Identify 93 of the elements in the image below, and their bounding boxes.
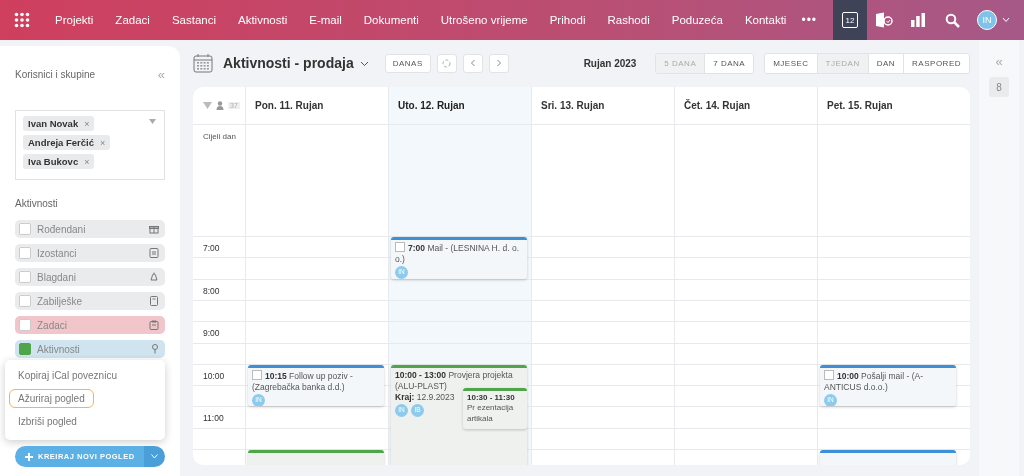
nav-link[interactable]: Dokumenti: [352, 14, 430, 26]
tag-label: Ivan Novak: [28, 118, 79, 129]
nav-link[interactable]: Sastanci: [160, 14, 227, 26]
view-tab[interactable]: DAN: [867, 53, 904, 73]
hour-label: 8:00: [202, 284, 221, 296]
nav-link[interactable]: Kontakti: [733, 14, 798, 26]
day-header: Uto. 12. Rujan: [397, 99, 466, 113]
hour-label: 9:00: [202, 327, 221, 339]
search-icon[interactable]: [944, 12, 960, 28]
checkbox[interactable]: [19, 295, 31, 307]
view-title[interactable]: Aktivnosti - prodaja: [223, 55, 354, 71]
checkbox[interactable]: [19, 343, 31, 355]
checkbox[interactable]: [19, 223, 31, 235]
checkbox[interactable]: [19, 247, 31, 259]
event-text: 10:00 Pošalji mail - (A-ANTICUS d.o.o.): [824, 369, 924, 393]
refresh-icon: [442, 58, 452, 68]
event-text: 7:00 Mail - (LESNINA H. d. o. o.): [395, 242, 520, 266]
checkbox[interactable]: [19, 271, 31, 283]
calendar-icon: [193, 53, 213, 73]
tag-label: Andreja Ferčić: [28, 137, 94, 148]
day-header: Sri. 13. Rujan: [540, 99, 606, 113]
bar-chart-icon[interactable]: [910, 13, 926, 27]
filter-icon[interactable]: [203, 102, 212, 109]
caret-icon: [151, 454, 158, 459]
hour-label: 11:00: [202, 412, 225, 424]
hour-label: 10:00: [202, 369, 226, 381]
menu-item[interactable]: Ažuriraj pogled: [9, 389, 94, 408]
dropdown-button[interactable]: [144, 446, 165, 467]
calendar-icon[interactable]: 12: [842, 12, 858, 28]
plus-icon: [25, 452, 33, 461]
refresh-button[interactable]: [436, 53, 457, 73]
next-button[interactable]: [488, 53, 509, 73]
section-title: Aktivnosti: [15, 198, 59, 209]
remove-tag-button[interactable]: ×: [84, 118, 90, 129]
section-title: Korisnici i skupine: [15, 69, 96, 80]
filter-item[interactable]: Blagdani: [15, 268, 165, 286]
menu-item[interactable]: Kopiraj iCal poveznicu: [9, 366, 126, 385]
range-tab[interactable]: 7 DANA: [704, 53, 754, 73]
nav-link[interactable]: Zadaci: [104, 14, 161, 26]
more-menu[interactable]: •••: [801, 13, 818, 27]
pin-icon: [151, 344, 159, 354]
person-icon[interactable]: [216, 101, 224, 110]
calendar-event[interactable]: 10:30 - 11:30 Pr ezentacija artikala: [463, 387, 527, 429]
note-icon: [149, 296, 159, 306]
filter-item[interactable]: Zabilješke: [15, 292, 165, 310]
bell-icon: [149, 272, 159, 282]
document-icon: [149, 248, 159, 258]
view-tab[interactable]: MJESEC: [765, 53, 817, 73]
filter-label: Rođendani: [37, 223, 87, 235]
tag-label: Iva Bukovc: [28, 156, 79, 167]
filter-label: Zabilješke: [37, 295, 84, 307]
nav-link[interactable]: Prihodi: [538, 14, 597, 26]
view-tab[interactable]: RASPORED: [903, 53, 969, 73]
collapse-button[interactable]: «: [157, 67, 165, 82]
filter-label: Zadaci: [37, 319, 68, 331]
nav-link[interactable]: Projekti: [44, 14, 105, 26]
remove-tag-button[interactable]: ×: [100, 137, 106, 148]
filter-item[interactable]: Rođendani: [15, 220, 165, 238]
filter-label: Blagdani: [37, 271, 77, 283]
day-header: Pet. 15. Rujan: [826, 99, 894, 113]
caret-icon[interactable]: [1002, 17, 1010, 23]
today-button[interactable]: DANAS: [384, 53, 431, 73]
filter-item[interactable]: Izostanci: [15, 244, 165, 262]
chevron-right-icon: [495, 59, 502, 67]
menu-item[interactable]: Izbriši pogled: [9, 412, 86, 431]
nav-link[interactable]: Rashodi: [596, 14, 661, 26]
event-text: 10:30 - 11:30 Pr ezentacija artikala: [467, 392, 516, 424]
nav-link[interactable]: Utrošeno vrijeme: [429, 14, 539, 26]
dropdown-caret-icon[interactable]: [149, 119, 156, 124]
filter-label: Aktivnosti: [37, 343, 81, 355]
count-badge: 8: [989, 77, 1009, 97]
nav-link[interactable]: E-mail: [298, 14, 353, 26]
remove-tag-button[interactable]: ×: [84, 156, 90, 167]
day-header: Pon. 11. Rujan: [254, 99, 325, 113]
filter-label: Izostanci: [37, 247, 78, 259]
nav-link[interactable]: Poduzeća: [660, 14, 734, 26]
all-day-label: Cijeli dan: [202, 131, 237, 141]
filter-item[interactable]: Zadaci: [15, 316, 165, 334]
month-label: Rujan 2023: [582, 57, 638, 69]
chevron-left-icon: [469, 59, 476, 67]
clipboard-icon: [149, 320, 159, 330]
user-select-field[interactable]: Ivan Novak × Andreja Ferčić × Iva Bukovc ×: [15, 110, 165, 180]
nav-link[interactable]: Aktivnosti: [227, 14, 299, 26]
event-text: 10:15 Follow up poziv - (Zagrebačka banka d.d.): [252, 369, 354, 393]
apps-grid-icon[interactable]: [14, 12, 30, 28]
gift-icon: [149, 224, 159, 234]
day-header: Čet. 14. Rujan: [683, 98, 752, 113]
mail-app-icon[interactable]: [875, 12, 893, 28]
filter-item[interactable]: Aktivnosti: [15, 340, 165, 358]
event-detail: Kraj: 12.9.2023: [395, 391, 455, 403]
checkbox[interactable]: [19, 319, 31, 331]
previous-button[interactable]: [462, 53, 483, 73]
hour-label: 7:00: [202, 242, 221, 253]
